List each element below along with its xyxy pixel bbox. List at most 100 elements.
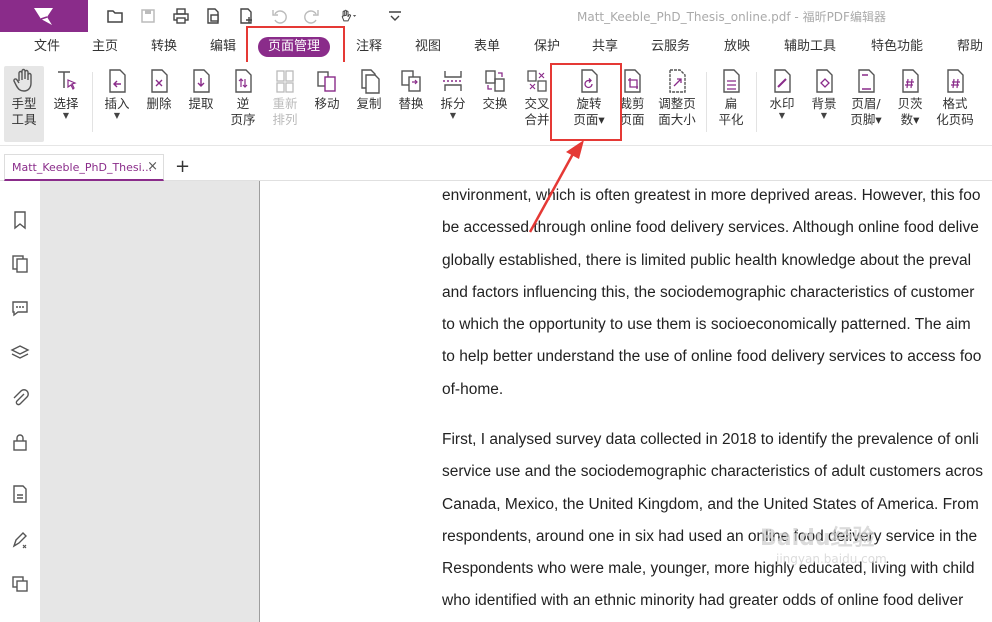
watermark-subtext: jingyan.baidu.com — [776, 552, 887, 566]
flatten-label-1: 扁 — [724, 96, 738, 111]
menu-protect[interactable]: 保护 — [534, 37, 560, 57]
crop-page-label-1: 裁剪 — [619, 96, 645, 111]
document-tab-bar: Matt_Keeble_PhD_Thesi... × + — [0, 146, 992, 181]
select-dropdown-caret[interactable]: ▼ — [63, 112, 69, 120]
undo-icon[interactable] — [268, 5, 290, 27]
redo-icon[interactable] — [301, 5, 323, 27]
hand-dropdown-icon[interactable] — [334, 5, 362, 27]
insert-page-button[interactable]: 插入 ▼ — [100, 66, 134, 142]
delete-page-button[interactable]: 删除 — [142, 66, 176, 142]
customize-toolbar-icon[interactable] — [384, 5, 406, 27]
format-page-number-icon — [941, 66, 969, 96]
layers-icon[interactable] — [9, 342, 31, 364]
background-dropdown-caret[interactable]: ▼ — [821, 112, 827, 120]
menu-cloud[interactable]: 云服务 — [651, 37, 690, 57]
text-line: to which the opportunity to use them is … — [442, 316, 971, 334]
menu-slideshow[interactable]: 放映 — [724, 37, 750, 57]
swap-pages-button[interactable]: 交换 — [478, 66, 512, 142]
split-dropdown-caret[interactable]: ▼ — [450, 112, 456, 120]
comment-icon[interactable] — [9, 297, 31, 319]
header-footer-button[interactable]: 页眉/ 页脚▾ — [846, 66, 886, 142]
text-line: service use and the sociodemographic cha… — [442, 463, 984, 481]
background-label: 背景 — [811, 96, 837, 111]
hand-tool-label-1: 手型 — [11, 96, 37, 111]
insert-page-label: 插入 — [104, 96, 130, 111]
interleave-merge-label-1: 交叉 — [524, 96, 550, 111]
swap-pages-icon — [481, 66, 509, 96]
text-line: environment, which is often greatest in … — [442, 187, 981, 204]
menu-comment[interactable]: 注释 — [356, 37, 382, 57]
reverse-order-label-2: 页序 — [230, 112, 256, 127]
menu-edit[interactable]: 编辑 — [210, 37, 236, 57]
rearrange-pages-label-1: 重新 — [272, 96, 298, 111]
save-icon[interactable] — [137, 5, 159, 27]
watermark-icon — [768, 66, 796, 96]
replace-page-button[interactable]: 替换 — [394, 66, 428, 142]
ribbon-separator — [706, 72, 707, 132]
app-logo[interactable] — [0, 0, 88, 32]
format-page-number-button[interactable]: 格式 化页码 — [934, 66, 976, 142]
resize-page-button[interactable]: 调整页 面大小 — [654, 66, 700, 142]
copy-page-button[interactable]: 复制 — [352, 66, 386, 142]
watermark-button[interactable]: 水印 ▼ — [764, 66, 800, 142]
move-page-button[interactable]: 移动 — [310, 66, 344, 142]
insert-dropdown-caret[interactable]: ▼ — [114, 112, 120, 120]
format-page-number-label-2: 化页码 — [936, 112, 974, 127]
menu-home[interactable]: 主页 — [92, 37, 118, 57]
menu-help[interactable]: 帮助 — [957, 37, 983, 57]
menu-form[interactable]: 表单 — [474, 37, 500, 57]
scan-icon[interactable] — [202, 5, 224, 27]
page-info-icon[interactable] — [9, 483, 31, 505]
select-tool-button[interactable]: 选择 ▼ — [50, 66, 82, 142]
menu-accessibility[interactable]: 辅助工具 — [784, 37, 836, 57]
menu-view[interactable]: 视图 — [415, 37, 441, 57]
open-folder-icon[interactable] — [104, 5, 126, 27]
reverse-order-button[interactable]: 逆 页序 — [226, 66, 260, 142]
watermark-dropdown-caret[interactable]: ▼ — [779, 112, 785, 120]
text-line: Canada, Mexico, the United Kingdom, and … — [442, 495, 979, 513]
hand-tool-button[interactable]: 手型 工具 — [4, 66, 44, 142]
copy-page-label: 复制 — [356, 96, 382, 111]
interleave-merge-button[interactable]: 交叉 合并 — [520, 66, 554, 142]
left-sidebar — [0, 181, 40, 622]
interleave-merge-icon — [523, 66, 551, 96]
format-page-number-label-1: 格式 — [942, 96, 968, 111]
rearrange-pages-button[interactable]: 重新 排列 — [267, 66, 303, 142]
crop-page-icon — [618, 66, 646, 96]
bates-number-button[interactable]: 贝茨 数▾ — [892, 66, 928, 142]
close-tab-icon[interactable]: × — [147, 159, 158, 174]
bookmark-icon[interactable] — [9, 209, 31, 231]
menu-share[interactable]: 共享 — [592, 37, 618, 57]
split-document-button[interactable]: 拆分 ▼ — [436, 66, 470, 142]
text-line: and factors influencing this, the sociod… — [442, 283, 975, 301]
new-tab-icon[interactable]: + — [175, 156, 190, 177]
menu-features[interactable]: 特色功能 — [871, 37, 923, 57]
new-document-icon[interactable] — [235, 5, 257, 27]
background-button[interactable]: 背景 ▼ — [806, 66, 842, 142]
select-tool-label: 选择 — [53, 96, 79, 111]
text-select-icon — [52, 66, 80, 96]
header-footer-label-1: 页眉/ — [851, 96, 881, 111]
document-canvas-margin — [40, 181, 259, 622]
extract-page-button[interactable]: 提取 — [184, 66, 218, 142]
extract-page-icon — [187, 66, 215, 96]
text-line: respondents, around one in six had used … — [442, 527, 978, 545]
print-icon[interactable] — [170, 5, 192, 27]
signature-pen-icon[interactable] — [9, 529, 31, 551]
menu-file[interactable]: 文件 — [34, 37, 60, 57]
baidu-watermark: Baidu经验 jingyan.baidu.com — [760, 520, 887, 566]
document-tab-label: Matt_Keeble_PhD_Thesi... — [12, 161, 153, 174]
lock-icon[interactable] — [9, 431, 31, 453]
menu-bar: 文件 主页 转换 编辑 页面管理 注释 视图 表单 保护 共享 云服务 放映 辅… — [0, 32, 992, 62]
document-tab[interactable]: Matt_Keeble_PhD_Thesi... × — [4, 154, 164, 181]
flatten-button[interactable]: 扁 平化 — [714, 66, 748, 142]
window-title: Matt_Keeble_PhD_Thesis_online.pdf - 福昕PD… — [577, 10, 886, 24]
pages-thumbnail-icon[interactable] — [9, 253, 31, 275]
crop-page-label-2: 页面 — [619, 112, 645, 127]
attachment-icon[interactable] — [9, 387, 31, 409]
ribbon-toolbar: 手型 工具 选择 ▼ 插入 ▼ 删除 提取 逆 页序 重新 排列 移动 复制 替… — [0, 62, 992, 146]
menu-convert[interactable]: 转换 — [151, 37, 177, 57]
compare-pages-icon[interactable] — [9, 573, 31, 595]
insert-page-icon — [103, 66, 131, 96]
bates-number-icon — [896, 66, 924, 96]
